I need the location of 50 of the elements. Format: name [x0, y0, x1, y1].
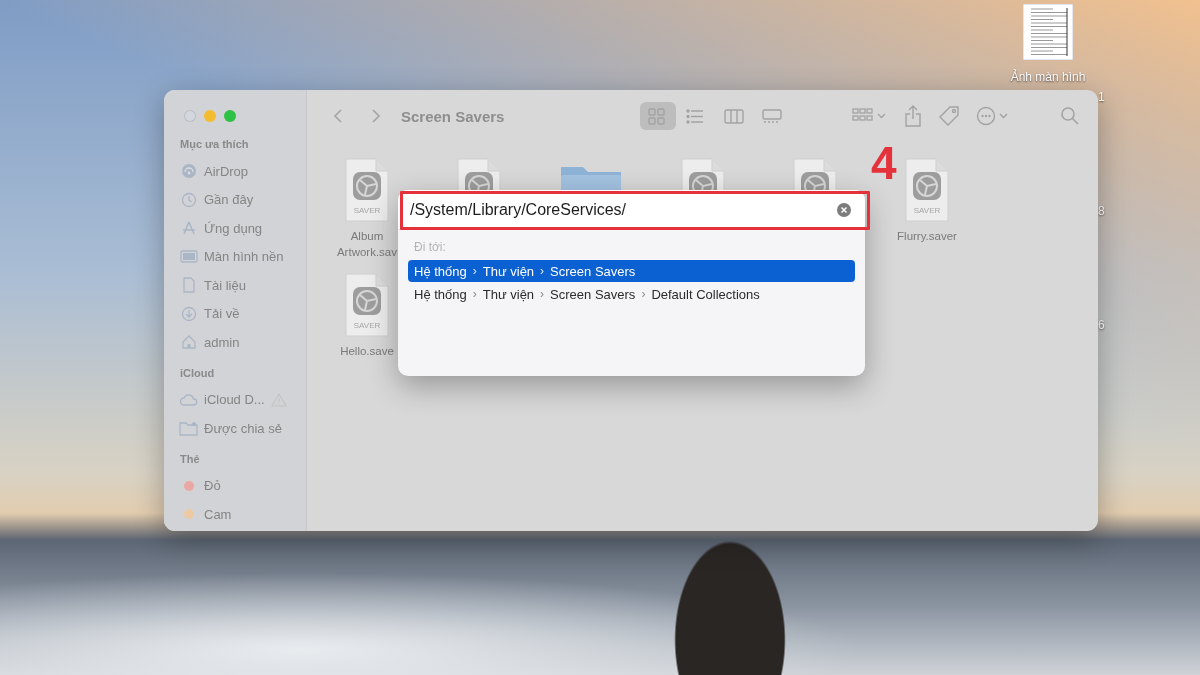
- desktop-icon-label: 8: [1098, 204, 1105, 218]
- sidebar-item[interactable]: AirDrop: [204, 163, 249, 179]
- share-icon[interactable]: [904, 105, 923, 127]
- sidebar-heading: Thẻ: [180, 452, 201, 467]
- sidebar-item[interactable]: iCloud D...: [204, 392, 265, 408]
- sidebar-item[interactable]: Đỏ: [204, 478, 221, 494]
- sidebar-heading: Mục ưa thích: [180, 138, 250, 152]
- sidebar-item[interactable]: Gần đây: [204, 192, 254, 208]
- shared-folder-icon: [179, 420, 199, 437]
- tag-icon[interactable]: [938, 105, 961, 127]
- sidebar-item[interactable]: Màn hình nền: [204, 249, 284, 265]
- chevron-left-icon: [333, 108, 343, 124]
- file-type-label: SAVER: [352, 206, 382, 215]
- sidebar-item[interactable]: Tải về: [204, 306, 240, 322]
- suggestions-heading: Đi tới:: [414, 240, 447, 254]
- window-title: Screen Savers: [401, 107, 505, 125]
- sidebar-item[interactable]: Cam: [204, 506, 232, 522]
- desktop-icon-label: 1: [1098, 90, 1105, 104]
- file-type-label: SAVER: [912, 206, 942, 215]
- path-suggestion[interactable]: Hệ thống › Thư viện › Screen Savers: [408, 260, 855, 282]
- airdrop-icon: [181, 163, 197, 180]
- clock-icon: [181, 191, 197, 208]
- minimize-button[interactable]: [204, 110, 216, 122]
- zoom-button[interactable]: [224, 110, 236, 122]
- document-icon: [182, 277, 196, 294]
- search-icon[interactable]: [1060, 106, 1080, 126]
- sidebar-heading: iCloud: [180, 366, 216, 381]
- sidebar-item[interactable]: Được chia sẻ: [204, 420, 282, 436]
- home-icon: [181, 334, 197, 351]
- sidebar-item[interactable]: Tài liệu: [204, 277, 246, 293]
- sidebar-item[interactable]: admin: [204, 334, 240, 350]
- document-thumbnail-icon[interactable]: [1023, 4, 1073, 60]
- sidebar-item[interactable]: Ứng dụng: [204, 220, 263, 236]
- apps-icon: [181, 220, 197, 237]
- file-name: Album Artwork.sav: [336, 229, 398, 260]
- gallery-icon: [762, 107, 783, 125]
- file-name: Flurry.saver: [897, 229, 957, 244]
- chevron-right-icon: [371, 108, 381, 124]
- clear-icon[interactable]: [837, 202, 851, 217]
- path-suggestion[interactable]: Hệ thống › Thư viện › Screen Savers › Default Collections: [408, 283, 855, 305]
- cloud-icon: [179, 392, 199, 407]
- columns-icon: [724, 107, 745, 125]
- desktop-icon-label[interactable]: Ảnh màn hình: [1010, 70, 1086, 84]
- monitor-icon: [180, 248, 198, 265]
- close-button[interactable]: [184, 110, 196, 122]
- annotation-step-number: 4: [871, 140, 897, 186]
- download-icon: [181, 305, 197, 322]
- icon-view-button[interactable]: [640, 102, 677, 130]
- file-type-label: SAVER: [352, 321, 382, 330]
- file-name: Hello.save: [340, 344, 394, 359]
